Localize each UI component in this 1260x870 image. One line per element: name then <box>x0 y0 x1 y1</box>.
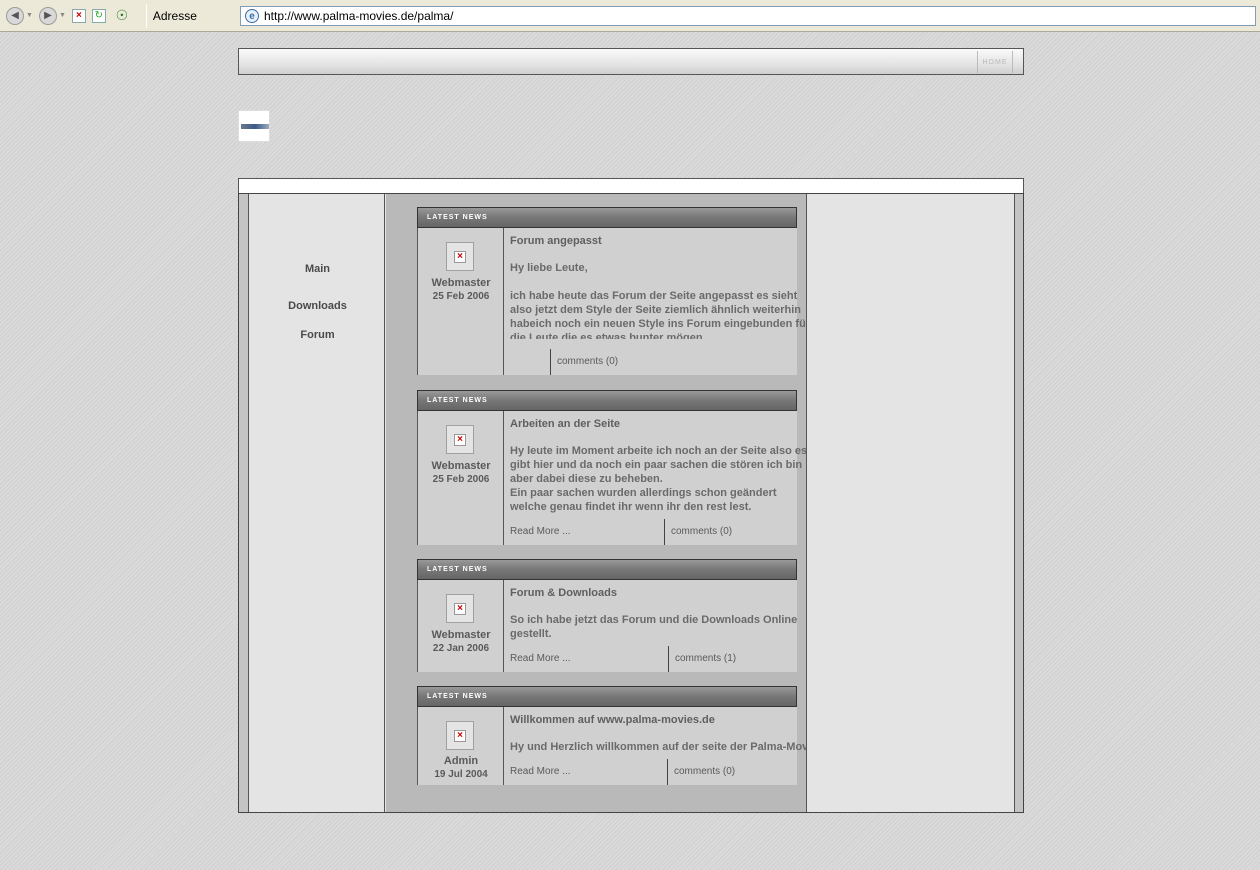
news-item: Latest News × Webmaster 25 Feb 2006 Arbe… <box>417 390 806 545</box>
news-header: Latest News <box>417 686 797 707</box>
avatar: × <box>446 425 474 454</box>
broken-image-icon: × <box>454 729 466 742</box>
news-author-panel: × Admin 19 Jul 2004 <box>418 707 504 785</box>
right-sidebar <box>808 194 1015 812</box>
avatar: × <box>446 242 474 271</box>
navigation: Main Downloads Forum <box>250 194 385 812</box>
news-text: Hy und Herzlich willkommen auf der seite… <box>510 741 807 753</box>
back-icon[interactable]: ◀ <box>6 6 24 25</box>
nav-forum[interactable]: Forum <box>250 329 385 341</box>
avatar: × <box>446 594 474 623</box>
nav-downloads[interactable]: Downloads <box>250 300 385 312</box>
footer-divider <box>668 646 669 672</box>
news-title: Forum & Downloads <box>510 587 617 599</box>
footer-divider <box>664 519 665 545</box>
nav-main[interactable]: Main <box>250 263 385 275</box>
forward-icon[interactable]: ▶ <box>38 6 57 25</box>
comments-link[interactable]: comments (0) <box>557 356 618 367</box>
news-body: × Admin 19 Jul 2004 Willkommen auf www.p… <box>417 707 806 785</box>
browser-toolbar: ◀ ▼ ▶ ▼ × ↻ ☉ Adresse e http://www.palma… <box>0 0 1260 32</box>
news-footer: Read More ... comments (0) <box>504 759 797 785</box>
post-date: 19 Jul 2004 <box>434 769 488 780</box>
news-text: Hy leute im Moment arbeite ich noch an d… <box>510 445 807 513</box>
page-icon: e <box>245 9 259 23</box>
news-text: So ich habe jetzt das Forum und die Down… <box>510 614 798 640</box>
author-name: Webmaster <box>431 460 491 472</box>
toolbar-separator <box>145 3 147 28</box>
read-more-link[interactable]: Read More ... <box>510 653 571 664</box>
news-item: Latest News × Admin 19 Jul 2004 Willkomm… <box>417 686 806 785</box>
content-top-bar <box>238 178 1024 194</box>
home-link[interactable]: home <box>977 51 1013 73</box>
comments-link[interactable]: comments (1) <box>675 653 736 664</box>
url-text[interactable]: http://www.palma-movies.de/palma/ <box>264 9 453 23</box>
news-header: Latest News <box>417 207 797 228</box>
broken-image-icon: × <box>454 433 466 446</box>
forward-dropdown-icon[interactable]: ▼ <box>59 12 66 19</box>
refresh-icon[interactable]: ↻ <box>91 8 106 23</box>
news-author-panel: × Webmaster 25 Feb 2006 <box>418 228 504 375</box>
news-body: × Webmaster 25 Feb 2006 Arbeiten an der … <box>417 411 806 545</box>
broken-image-icon: × <box>454 602 466 615</box>
news-title: Forum angepasst <box>510 235 602 247</box>
author-name: Webmaster <box>431 629 491 641</box>
comments-link[interactable]: comments (0) <box>671 526 732 537</box>
avatar: × <box>446 721 474 750</box>
read-more-link[interactable]: Read More ... <box>510 766 571 777</box>
read-more-link[interactable]: Read More ... <box>510 526 571 537</box>
news-column: Latest News × Webmaster 25 Feb 2006 Foru… <box>386 194 807 812</box>
news-footer: Read More ... comments (1) <box>504 646 797 672</box>
stop-icon[interactable]: × <box>71 8 86 23</box>
news-footer: comments (0) <box>504 349 797 375</box>
news-author-panel: × Webmaster 22 Jan 2006 <box>418 580 504 672</box>
news-item: Latest News × Webmaster 25 Feb 2006 Foru… <box>417 207 806 375</box>
address-label: Adresse <box>152 8 197 23</box>
author-name: Webmaster <box>431 277 491 289</box>
post-date: 25 Feb 2006 <box>432 291 490 302</box>
news-text: Hy liebe Leute, ich habe heute das Forum… <box>510 262 806 339</box>
news-title: Willkommen auf www.palma-movies.de <box>510 714 715 726</box>
news-body: × Webmaster 22 Jan 2006 Forum & Download… <box>417 580 797 672</box>
address-bar[interactable]: e http://www.palma-movies.de/palma/ <box>240 6 1256 26</box>
news-title: Arbeiten an der Seite <box>510 418 621 430</box>
site-header-bar: home <box>238 48 1024 75</box>
left-border <box>239 194 249 812</box>
right-border <box>1014 194 1023 812</box>
post-date: 22 Jan 2006 <box>432 643 490 654</box>
news-item: Latest News × Webmaster 22 Jan 2006 Foru… <box>417 559 797 672</box>
post-date: 25 Feb 2006 <box>432 474 490 485</box>
news-footer: Read More ... comments (0) <box>504 519 797 545</box>
footer-divider <box>550 349 551 375</box>
comments-link[interactable]: comments (0) <box>674 766 735 777</box>
home-icon[interactable]: ☉ <box>112 6 132 26</box>
news-header: Latest News <box>417 559 797 580</box>
broken-image-icon: × <box>454 250 466 263</box>
author-name: Admin <box>443 755 479 767</box>
site-logo <box>238 110 270 142</box>
back-dropdown-icon[interactable]: ▼ <box>26 12 33 19</box>
footer-divider <box>667 759 668 785</box>
main-frame: Main Downloads Forum Latest News × Webma… <box>238 193 1024 813</box>
news-body: × Webmaster 25 Feb 2006 Forum angepasst … <box>417 228 806 375</box>
news-author-panel: × Webmaster 25 Feb 2006 <box>418 411 504 545</box>
news-header: Latest News <box>417 390 797 411</box>
